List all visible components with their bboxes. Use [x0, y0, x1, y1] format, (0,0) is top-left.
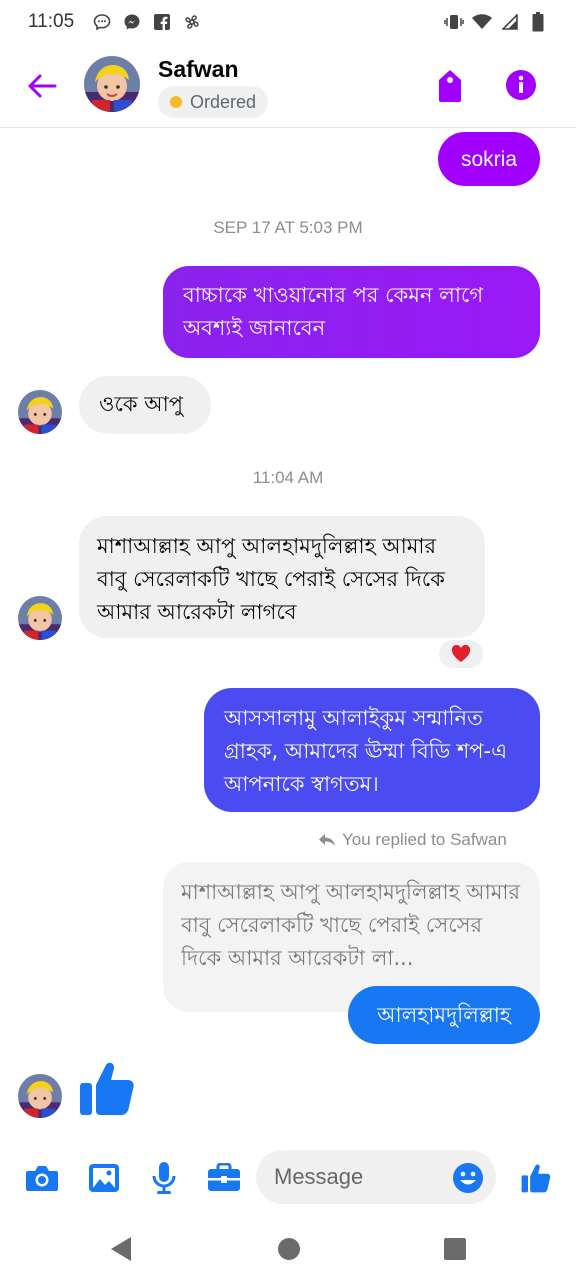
facebook-icon [152, 12, 172, 32]
system-icons [444, 12, 548, 32]
thumbs-up-icon[interactable] [78, 1058, 136, 1118]
nav-recents-button[interactable] [442, 1236, 468, 1262]
label-tag-button[interactable] [432, 66, 468, 106]
microphone-icon [152, 1162, 176, 1194]
info-button[interactable] [504, 68, 538, 102]
timestamp: 11:04 AM [252, 468, 324, 487]
heart-icon [451, 645, 471, 662]
reply-arrow-icon [319, 834, 335, 846]
contact-name[interactable]: Safwan [158, 56, 239, 83]
camera-icon [26, 1166, 58, 1191]
home-circle-icon [278, 1238, 300, 1260]
messenger-icon [122, 12, 142, 32]
contact-avatar[interactable] [84, 56, 140, 112]
voice-button[interactable] [146, 1160, 182, 1196]
status-bar: 11:05 [0, 0, 576, 44]
contact-avatar-small[interactable] [18, 390, 62, 434]
system-navigation-bar [0, 1216, 576, 1280]
back-button[interactable] [24, 68, 60, 104]
notification-icons [92, 12, 202, 32]
gallery-button[interactable] [86, 1160, 122, 1196]
incoming-message[interactable]: ওকে আপু [79, 376, 211, 434]
outgoing-message[interactable]: আলহামদুলিল্লাহ [348, 986, 540, 1044]
info-icon [506, 70, 536, 100]
message-reaction[interactable] [437, 638, 485, 670]
send-like-button[interactable] [518, 1160, 554, 1196]
incoming-message[interactable]: মাশাআল্লাহ আপু আলহামদুলিল্লাহ আমার বাবু … [79, 516, 485, 638]
message-list[interactable]: sokria SEP 17 AT 5:03 PM বাচ্চাকে খাওয়া… [0, 128, 576, 1140]
wifi-icon [472, 12, 492, 32]
status-dot-icon [170, 96, 182, 108]
business-tools-button[interactable] [206, 1160, 242, 1196]
order-status-badge[interactable]: Ordered [158, 86, 269, 118]
recents-square-icon [444, 1238, 466, 1260]
back-triangle-icon [111, 1237, 131, 1261]
timestamp: SEP 17 AT 5:03 PM [213, 218, 363, 237]
emoji-icon [453, 1163, 483, 1193]
status-badge-label: Ordered [190, 91, 257, 112]
nav-home-button[interactable] [276, 1236, 302, 1262]
nav-back-button[interactable] [108, 1236, 134, 1262]
conversation-header: Safwan Ordered [0, 44, 576, 128]
outgoing-message[interactable]: আসসালামু আলাইকুম সন্মানিত গ্রাহক, আমাদের… [204, 688, 540, 812]
outgoing-message[interactable]: বাচ্চাকে খাওয়ানোর পর কেমন লাগে অবশ্যই জ… [163, 266, 540, 358]
vibrate-icon [444, 12, 464, 32]
reply-indicator-label: You replied to Safwan [342, 830, 507, 849]
status-time: 11:05 [28, 11, 75, 32]
tag-icon [439, 70, 461, 102]
signal-icon [500, 12, 520, 32]
message-composer [0, 1140, 576, 1216]
briefcase-icon [208, 1163, 240, 1191]
sms-icon [92, 12, 112, 32]
emoji-button[interactable] [452, 1162, 484, 1194]
outgoing-message[interactable]: sokria [438, 132, 540, 186]
back-arrow-icon [28, 74, 57, 98]
contact-avatar-small[interactable] [18, 596, 62, 640]
quoted-message-text: মাশাআল্লাহ আপু আলহামদুলিল্লাহ আমার বাবু … [181, 880, 521, 970]
camera-button[interactable] [24, 1160, 60, 1196]
battery-icon [528, 12, 548, 32]
contact-avatar-small[interactable] [18, 1074, 62, 1118]
gallery-icon [89, 1164, 119, 1192]
reply-indicator: You replied to Safwan [318, 830, 507, 850]
pinwheel-icon [182, 12, 202, 32]
thumbs-up-icon [521, 1164, 551, 1193]
